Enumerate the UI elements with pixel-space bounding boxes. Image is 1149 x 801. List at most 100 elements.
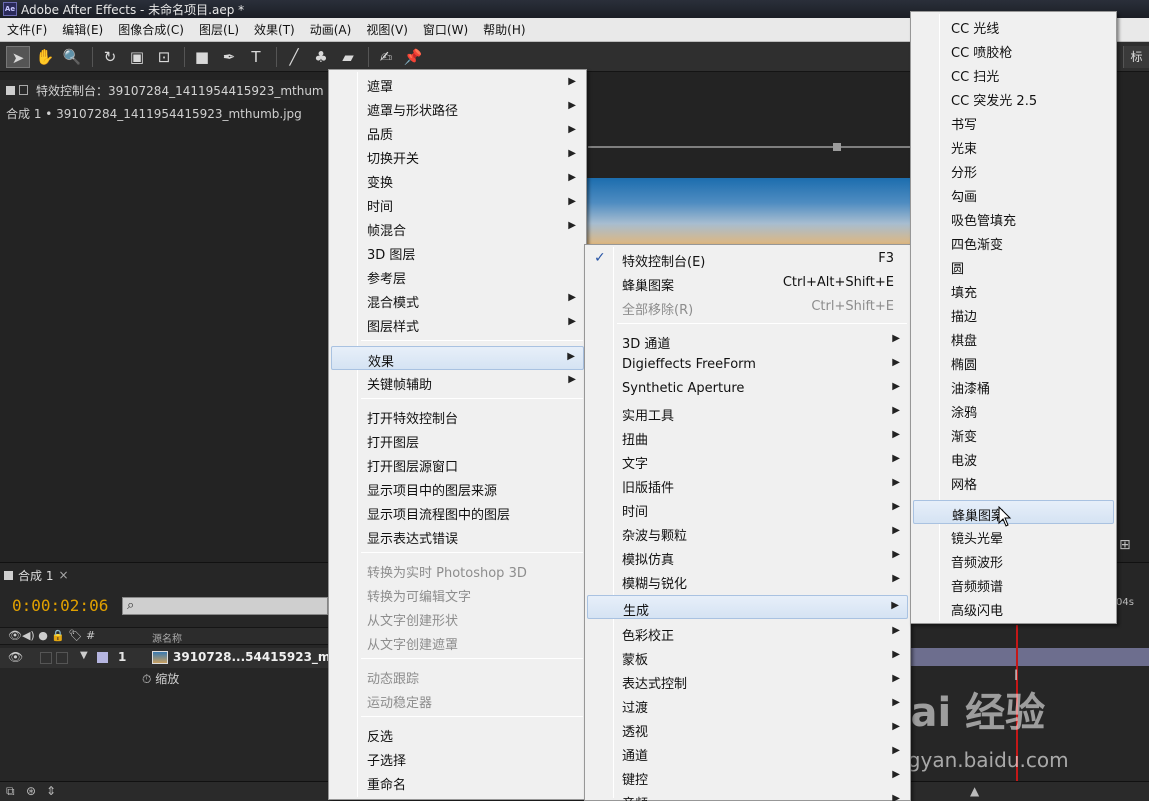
menu-composition[interactable]: 图像合成(C) (111, 21, 192, 38)
menu-item-matte[interactable]: 蒙板 ▶ (587, 645, 908, 669)
timeline-tab[interactable]: 合成 1 × (4, 566, 69, 584)
lock-icon[interactable] (19, 85, 28, 95)
workspace-button[interactable]: 标 (1123, 46, 1149, 68)
menu-item-effect-controls[interactable]: ✓ 特效控制台(E) F3 (587, 247, 908, 271)
menu-item-text[interactable]: 文字 ▶ (587, 449, 908, 473)
zoom-out-icon[interactable]: ▲ (970, 784, 979, 798)
menu-item-audio-spectrum[interactable]: 音频频谱 (913, 572, 1114, 596)
close-icon[interactable]: × (58, 568, 68, 582)
menu-item-rename[interactable]: 重命名 (331, 770, 584, 794)
menu-item-time[interactable]: 时间 ▶ (587, 497, 908, 521)
layer-name[interactable]: 3910728...54415923_mt (173, 650, 336, 664)
panel-menu-icon[interactable] (6, 85, 15, 95)
menu-item-layer-styles[interactable]: 图层样式 ▶ (331, 312, 584, 336)
menu-item-reveal-in-project[interactable]: 显示项目中的图层来源 (331, 476, 584, 500)
menu-item-select-children[interactable]: 子选择 (331, 746, 584, 770)
menu-item-expression-controls[interactable]: 表达式控制 ▶ (587, 669, 908, 693)
menu-help[interactable]: 帮助(H) (476, 21, 533, 38)
menu-effect[interactable]: 效果(T) (247, 21, 303, 38)
menu-item-quality[interactable]: 品质 ▶ (331, 120, 584, 144)
eraser-tool-icon[interactable]: ▰ (336, 46, 360, 68)
menu-item-reveal-in-flowchart[interactable]: 显示项目流程图中的图层 (331, 500, 584, 524)
scale-property[interactable]: ⏱ 缩放 (142, 670, 179, 687)
menu-item-synthetic-aperture[interactable]: Synthetic Aperture ▶ (587, 377, 908, 401)
expand-triangle-icon[interactable]: ▼ (80, 650, 88, 661)
menu-item-cc-light-sweep[interactable]: CC 扫光 (913, 62, 1114, 86)
time-ruler[interactable]: 04s (1116, 597, 1149, 627)
menu-item-color-correction[interactable]: 色彩校正 ▶ (587, 621, 908, 645)
menu-item-last-effect[interactable]: 蜂巢图案 Ctrl+Alt+Shift+E (587, 271, 908, 295)
solo-toggle[interactable] (56, 652, 68, 664)
puppet-pin-tool-icon[interactable]: 📌 (401, 46, 425, 68)
menu-item-stroke-outline[interactable]: 勾画 (913, 182, 1114, 206)
menu-view[interactable]: 视图(V) (359, 21, 416, 38)
menu-item-obsolete[interactable]: 旧版插件 ▶ (587, 473, 908, 497)
layer-duration-bar[interactable] (911, 648, 1149, 666)
menu-item-frame-blending[interactable]: 帧混合 ▶ (331, 216, 584, 240)
menu-item-cc-light-rays[interactable]: CC 光线 (913, 14, 1114, 38)
menu-item-fill[interactable]: 填充 (913, 278, 1114, 302)
timeline-layer-row[interactable]: 👁 ▼ 1 3910728...54415923_mt (0, 648, 336, 668)
menu-item-lens-flare[interactable]: 镜头光晕 (913, 524, 1114, 548)
menu-item-cc-glue-gun[interactable]: CC 喷胶枪 (913, 38, 1114, 62)
stopwatch-icon[interactable]: ⏱ (142, 672, 151, 686)
viewer-slider-handle[interactable] (833, 143, 841, 151)
rotation-tool-icon[interactable]: ↻ (98, 46, 122, 68)
menu-item-open-layer[interactable]: 打开图层 (331, 428, 584, 452)
selection-tool-icon[interactable]: ➤ (6, 45, 30, 68)
current-timecode[interactable]: 0:00:02:06 (12, 596, 108, 615)
roto-brush-tool-icon[interactable]: ✍ (374, 46, 398, 68)
panel-menu-icon[interactable] (4, 570, 13, 580)
menu-item-effect[interactable]: 效果 ▶ (331, 346, 584, 370)
menu-item-transition[interactable]: 过渡 ▶ (587, 693, 908, 717)
menu-item-blending-mode[interactable]: 混合模式 ▶ (331, 288, 584, 312)
menu-item-ellipse[interactable]: 椭圆 (913, 350, 1114, 374)
label-color-swatch[interactable] (97, 652, 108, 663)
menu-item-4-color-gradient[interactable]: 四色渐变 (913, 230, 1114, 254)
menu-layer[interactable]: 图层(L) (192, 21, 247, 38)
menu-item-open-effect-controls[interactable]: 打开特效控制台 (331, 404, 584, 428)
menu-item-eyedropper-fill[interactable]: 吸色管填充 (913, 206, 1114, 230)
modes-icon[interactable]: ⇕ (46, 784, 56, 798)
menu-item-digieffects-freeform[interactable]: Digieffects FreeForm ▶ (587, 353, 908, 377)
menu-item-3d-layer[interactable]: 3D 图层 (331, 240, 584, 264)
clone-stamp-tool-icon[interactable]: ♣ (309, 46, 333, 68)
pen-tool-icon[interactable]: ✒ (217, 46, 241, 68)
menu-animation[interactable]: 动画(A) (303, 21, 360, 38)
effect-controls-tab[interactable]: 特效控制台：39107284_1411954415923_mthum (0, 80, 330, 100)
menu-item-time[interactable]: 时间 ▶ (331, 192, 584, 216)
menu-item-fractal[interactable]: 分形 (913, 158, 1114, 182)
brush-tool-icon[interactable]: ╱ (282, 46, 306, 68)
menu-item-open-layer-source[interactable]: 打开图层源窗口 (331, 452, 584, 476)
menu-item-generate[interactable]: 生成 ▶ (587, 595, 908, 619)
menu-item-paint-bucket[interactable]: 油漆桶 (913, 374, 1114, 398)
menu-item-mask-shape-path[interactable]: 遮罩与形状路径 ▶ (331, 96, 584, 120)
menu-item-ramp[interactable]: 渐变 (913, 422, 1114, 446)
audio-toggle[interactable] (40, 652, 52, 664)
menu-item-blur-sharpen[interactable]: 模糊与锐化 ▶ (587, 569, 908, 593)
menu-item-distort[interactable]: 扭曲 ▶ (587, 425, 908, 449)
menu-item-transform[interactable]: 变换 ▶ (331, 168, 584, 192)
menu-edit[interactable]: 编辑(E) (55, 21, 111, 38)
menu-item-cell-pattern[interactable]: 蜂巢图案 (913, 500, 1114, 524)
menu-item-keyframe-assistant[interactable]: 关键帧辅助 ▶ (331, 370, 584, 394)
menu-item-channel[interactable]: 通道 ▶ (587, 741, 908, 765)
menu-item-invert-selection[interactable]: 反选 (331, 722, 584, 746)
menu-item-3d-channel[interactable]: 3D 通道 ▶ (587, 329, 908, 353)
menu-item-simulation[interactable]: 模拟仿真 ▶ (587, 545, 908, 569)
menu-item-grid[interactable]: 网格 (913, 470, 1114, 494)
menu-item-utility[interactable]: 实用工具 ▶ (587, 401, 908, 425)
type-tool-icon[interactable]: T (244, 46, 268, 68)
menu-item-radio-waves[interactable]: 电波 (913, 446, 1114, 470)
menu-item-noise-grain[interactable]: 杂波与颗粒 ▶ (587, 521, 908, 545)
menu-item-audio[interactable]: 音频 ▶ (587, 789, 908, 801)
menu-item-advanced-lightning[interactable]: 高级闪电 (913, 596, 1114, 620)
comp-flowchart-icon[interactable]: ⧉ (6, 784, 15, 799)
timeline-search-input[interactable]: ⌕ (122, 597, 328, 615)
menu-file[interactable]: 文件(F) (0, 21, 55, 38)
pan-behind-tool-icon[interactable]: ⊡ (152, 46, 176, 68)
menu-window[interactable]: 窗口(W) (416, 21, 476, 38)
menu-item-write-on[interactable]: 书写 (913, 110, 1114, 134)
menu-item-mask[interactable]: 遮罩 ▶ (331, 72, 584, 96)
menu-item-audio-waveform[interactable]: 音频波形 (913, 548, 1114, 572)
